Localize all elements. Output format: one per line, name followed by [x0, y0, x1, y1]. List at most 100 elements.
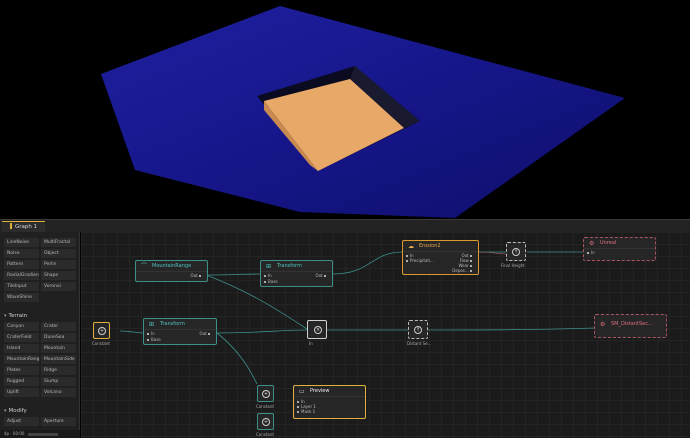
constant-node[interactable]: +	[93, 322, 110, 339]
constant-node-b[interactable]: +	[257, 413, 274, 430]
node-erosion2[interactable]: ☁ Erosion2 In Precipitati... Out Flow Wea…	[402, 240, 479, 275]
in-port[interactable]: In	[147, 331, 155, 336]
mask-port[interactable]: Mask 1	[297, 409, 315, 414]
library-item[interactable]: Uplift	[4, 388, 39, 397]
base-port[interactable]: Base	[147, 337, 161, 342]
port-label: Precipitati...	[410, 258, 434, 263]
combine-node[interactable]: ×	[307, 320, 327, 339]
export-icon: ↑	[512, 248, 520, 256]
node-mountainrange[interactable]: ⌒ MountainRange Out	[135, 260, 208, 282]
section-label: Modify	[8, 408, 27, 414]
library-item[interactable]: Aperture	[41, 417, 76, 426]
node-header: ▭ Preview	[294, 386, 365, 397]
3d-viewport[interactable]	[0, 0, 690, 219]
library-item[interactable]: Perlin	[41, 260, 76, 269]
port-label: Mask 1	[301, 409, 316, 414]
library-item[interactable]: CraterField	[4, 333, 39, 342]
port-label: In	[591, 250, 595, 255]
final-height-node[interactable]: ↑	[506, 242, 526, 261]
constant-icon: +	[98, 327, 106, 335]
node-library-sidebar: LineNoise MultiFractal Noise Object Patt…	[0, 232, 80, 438]
library-item[interactable]: Pattern	[4, 260, 39, 269]
library-item[interactable]: Crater	[41, 322, 76, 331]
distant-se-label: Distant Se...	[407, 341, 432, 346]
library-item[interactable]: Island	[4, 344, 39, 353]
modify-node-list: Adjust Aperture	[4, 417, 76, 426]
chevron-down-icon: ▾	[4, 313, 7, 319]
mountain-icon: ⌒	[141, 263, 148, 270]
library-item[interactable]: MountainSide	[41, 355, 76, 364]
constant-node-a[interactable]: +	[257, 385, 274, 402]
library-item[interactable]: Canyon	[4, 322, 39, 331]
port-label: In	[151, 331, 155, 336]
port-label: Out	[315, 273, 323, 278]
port-label: Out	[190, 273, 198, 278]
constant-label: Constant	[256, 404, 274, 409]
constant-label: Constant	[92, 341, 110, 346]
deposits-port[interactable]: Depos...	[452, 268, 474, 273]
export-icon: ↑	[414, 326, 422, 334]
port-label: In	[268, 273, 272, 278]
final-height-label: Final Height	[501, 263, 525, 268]
node-title: Erosion2	[419, 243, 441, 249]
port-label: Base	[268, 279, 278, 284]
node-title: Preview	[310, 388, 330, 394]
distant-se-node[interactable]: ↑	[408, 320, 428, 339]
node-transform-top[interactable]: ⊞ Transform In Base Out	[260, 260, 333, 287]
node-title: Transform	[160, 321, 185, 327]
combine-icon: ×	[314, 326, 322, 334]
node-preview[interactable]: ▭ Preview In Layer 1 Mask 1	[293, 385, 366, 419]
combine-label: In	[309, 341, 313, 346]
status-text: 4p · 00:00	[4, 431, 25, 436]
library-item[interactable]: Mountain	[41, 344, 76, 353]
library-item[interactable]: Noise	[4, 249, 39, 258]
library-item[interactable]: Adjust	[4, 417, 39, 426]
in-port[interactable]: In	[587, 250, 595, 255]
progress-bar	[28, 432, 59, 436]
library-item[interactable]: Slump	[41, 377, 76, 386]
tab-label: Graph 1	[15, 224, 38, 230]
library-item[interactable]: Shape	[41, 271, 76, 280]
library-item[interactable]: TileInput	[4, 282, 39, 291]
library-item[interactable]: Rugged	[4, 377, 39, 386]
gear-icon: ⚙	[600, 321, 606, 328]
node-header: ⌒ MountainRange	[136, 261, 207, 272]
constant-icon: +	[262, 418, 270, 426]
library-item[interactable]: Object	[41, 249, 76, 258]
library-item[interactable]: MountainRange	[4, 355, 39, 364]
precipitation-port[interactable]: Precipitati...	[406, 258, 434, 263]
preview-icon: ▭	[299, 388, 305, 395]
port-label: Out	[199, 331, 207, 336]
node-graph-canvas[interactable]: ⌒ MountainRange Out ⊞ Transform In Base Ou…	[81, 232, 690, 438]
library-item[interactable]: LineNoise	[4, 238, 39, 247]
library-item[interactable]: WaveShine	[4, 293, 39, 302]
node-sm-distant[interactable]: ⚙ SM_DistantSec...	[594, 314, 667, 338]
cloud-icon: ☁	[408, 243, 414, 250]
library-item[interactable]: DuneSea	[41, 333, 76, 342]
library-item[interactable]: Volcano	[41, 388, 76, 397]
port-label: Depos...	[452, 268, 469, 273]
out-port[interactable]: Out	[190, 273, 203, 278]
library-item[interactable]: RadialGradient	[4, 271, 39, 280]
node-header: ⊞ Transform	[144, 319, 216, 330]
node-header: ☁ Erosion2	[403, 241, 478, 252]
base-port[interactable]: Base	[264, 279, 278, 284]
in-port[interactable]: In	[264, 273, 272, 278]
node-transform-left[interactable]: ⊞ Transform In Base Out	[143, 318, 217, 345]
library-item[interactable]: MultiFractal	[41, 238, 76, 247]
out-port[interactable]: Out	[315, 273, 328, 278]
terrain-render	[101, 6, 625, 218]
library-item[interactable]: Ridge	[41, 366, 76, 375]
constant-icon: +	[262, 390, 270, 398]
transform-icon: ⊞	[266, 263, 272, 270]
node-title: MountainRange	[152, 263, 192, 269]
section-label: Terrain	[8, 313, 28, 319]
library-item[interactable]: Plates	[4, 366, 39, 375]
node-unreal[interactable]: ⚙ Unreal In	[583, 237, 656, 261]
out-port[interactable]: Out	[199, 331, 212, 336]
modify-section-header[interactable]: ▾ Modify	[4, 408, 27, 414]
library-item[interactable]: Voronoi	[41, 282, 76, 291]
terrain-section-header[interactable]: ▾ Terrain	[4, 313, 27, 319]
node-title: Unreal	[600, 240, 617, 246]
constant-label: Constant	[256, 432, 274, 437]
